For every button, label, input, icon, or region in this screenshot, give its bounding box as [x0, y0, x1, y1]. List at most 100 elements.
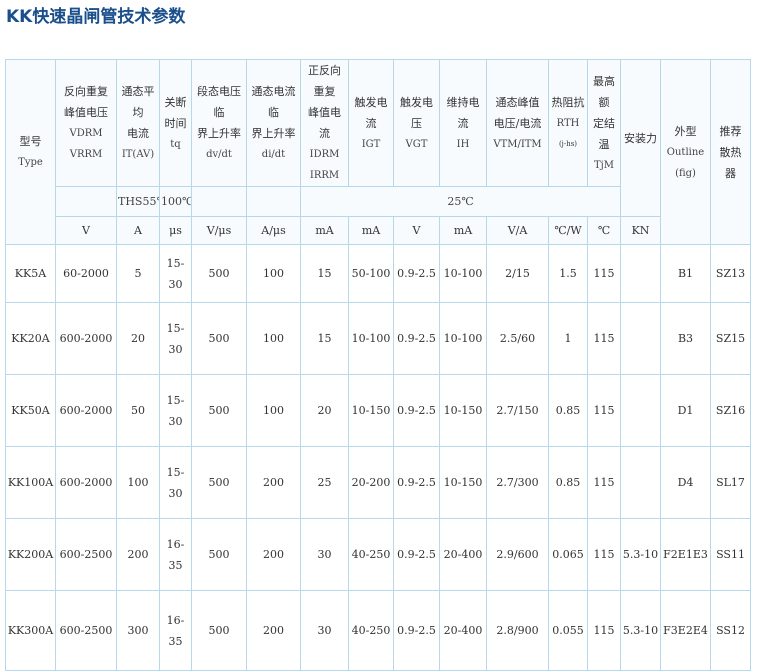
cell-tjm: 115 [587, 518, 621, 591]
cell-tjm: 115 [587, 590, 621, 671]
table-row: KK100A 600-2000 100 15-30 500 200 25 20-200 0.9-… [5, 446, 751, 519]
header-vtm: 通态峰值 电压/电流 VTM/ITM [486, 59, 549, 187]
cell-rth: 1.5 [548, 244, 588, 303]
cell-tq: 15-30 [159, 374, 192, 447]
cell-vtm: 2.7/300 [486, 446, 549, 519]
cell-vdrm: 600-2500 [55, 518, 117, 591]
cell-force [620, 446, 661, 519]
unit-cell: ℃/W [548, 216, 588, 245]
cell-type: KK50A [5, 374, 56, 447]
header-tjm-l1: 最高 [593, 74, 615, 88]
header-itav-l2: 均 [132, 106, 144, 119]
cell-didt: 200 [246, 590, 301, 671]
cell-igt: 50-100 [348, 244, 394, 303]
header-rth: 热阻抗 RTH (j-hs) [548, 59, 588, 187]
header-igt: 触发电 流 IGT [348, 59, 394, 187]
header-tq-l1: 关断 [164, 95, 187, 109]
cell-idrm: 25 [300, 446, 349, 519]
condition-100c: 100℃ [159, 186, 192, 217]
cell-vgt: 0.9-2.5 [393, 374, 440, 447]
cell-itav: 200 [116, 518, 160, 591]
header-tq-l2: 时间 [164, 116, 187, 130]
unit-cell: μs [159, 216, 192, 245]
header-igt-l2: 流 [365, 116, 377, 130]
cell-ih: 20-400 [439, 590, 487, 671]
header-tjm-l3: 定结 [593, 116, 615, 130]
cell-didt: 100 [246, 244, 301, 303]
cell-igt: 20-200 [348, 446, 394, 519]
cell-vdrm: 600-2000 [55, 302, 117, 375]
cell-itav: 5 [116, 244, 160, 303]
header-itav-sym: IT(AV) [121, 149, 155, 160]
cell-ih: 20-400 [439, 518, 487, 591]
cell-heatsink: SZ15 [710, 302, 751, 375]
data-rows: KK5A 60-2000 5 15-30 500 100 15 50-100 0.9-2.5 10… [5, 244, 751, 671]
header-heatsink: 推荐 散热 器 [710, 59, 751, 245]
cell-itav: 300 [116, 590, 160, 671]
unit-cell: V [55, 216, 117, 245]
header-rth-sym: RTH [556, 117, 580, 129]
header-vtm-sym: VTM/ITM [493, 138, 542, 150]
cell-tq: 15-30 [159, 244, 192, 303]
header-force: 安装力 [620, 59, 661, 217]
header-itav-l3: 电流 [127, 127, 149, 140]
cell-outline: D4 [660, 446, 711, 519]
cell-dvdt: 500 [191, 374, 247, 447]
unit-row: V A μs V/μs A/μs mA mA V mA V/A ℃/W ℃ KN [6, 216, 751, 245]
cell-didt: 100 [246, 302, 301, 375]
header-type: 型号 Type [5, 59, 56, 245]
table-row: KK50A 600-2000 50 15-30 500 100 20 10-150 0.9-2.… [5, 374, 751, 447]
cell-vdrm: 600-2000 [55, 446, 117, 519]
header-igt-sym: IGT [361, 138, 381, 150]
header-dvdt-sym: dv/dt [206, 149, 232, 160]
header-ih: 维持电 流 IH [439, 59, 487, 187]
cell-didt: 200 [246, 446, 301, 519]
cell-dvdt: 500 [191, 446, 247, 519]
header-idrm-sym: IDRM IRRM [309, 149, 340, 181]
header-ih-sym: IH [456, 138, 470, 150]
cell-rth: 0.85 [548, 446, 588, 519]
header-heatsink-l3: 器 [725, 166, 736, 180]
table-row: KK300A 600-2500 300 16-35 500 200 30 40-250 0.9-… [5, 590, 751, 671]
cell-type: KK300A [5, 590, 56, 671]
cell-vgt: 0.9-2.5 [393, 518, 440, 591]
header-vgt-sym: VGT [405, 138, 428, 150]
unit-cell: ℃ [587, 216, 621, 245]
header-idrm-l3: 峰值电 [308, 106, 341, 119]
header-didt: 通态电流 临 界上升率 di/dt [246, 59, 301, 187]
cell-ih: 10-150 [439, 446, 487, 519]
header-outline: 外型 Outline (fig) [660, 59, 711, 245]
cell-vtm: 2/15 [486, 244, 549, 303]
header-vdrm-l2: 峰值电压 [64, 106, 108, 119]
cell-vtm: 2.5/60 [486, 302, 549, 375]
header-rth-l1: 热阻抗 [551, 95, 585, 109]
header-dvdt-l3: 界上升率 [197, 127, 241, 140]
header-didt-l3: 界上升率 [251, 127, 296, 140]
cell-tjm: 115 [587, 374, 621, 447]
cell-rth: 1 [548, 302, 588, 375]
header-vtm-l1: 通态峰值 [495, 95, 540, 109]
cell-igt: 40-250 [348, 590, 394, 671]
cell-vtm: 2.8/900 [486, 590, 549, 671]
cell-outline: D1 [660, 374, 711, 447]
header-vgt: 触发电 压 VGT [393, 59, 440, 187]
header-type-cn: 型号 [19, 135, 42, 148]
cell-heatsink: SS12 [710, 590, 751, 671]
unit-cell: mA [348, 216, 394, 245]
cell-dvdt: 500 [191, 302, 247, 375]
condition-25c: 25℃ [300, 186, 621, 217]
cell-vgt: 0.9-2.5 [393, 302, 440, 375]
cell-tq: 16-35 [159, 590, 192, 671]
cell-outline: F2E1E3 [660, 518, 711, 591]
table-row: KK5A 60-2000 5 15-30 500 100 15 50-100 0.9-2.5 10… [5, 244, 751, 303]
header-idrm: 正反向 重复 峰值电 流 IDRM IRRM [300, 59, 349, 187]
header-itav: 通态平 均 电流 IT(AV) [116, 59, 160, 187]
cell-force: 5.3-10 [620, 518, 661, 591]
cell-outline: F3E2E4 [660, 590, 711, 671]
cell-vgt: 0.9-2.5 [393, 244, 440, 303]
cell-idrm: 20 [300, 374, 349, 447]
header-vgt-l2: 压 [411, 116, 422, 130]
header-vgt-l1: 触发电 [400, 95, 433, 109]
header-idrm-l1: 正反向 [308, 64, 341, 77]
cell-rth: 0.065 [548, 518, 588, 591]
